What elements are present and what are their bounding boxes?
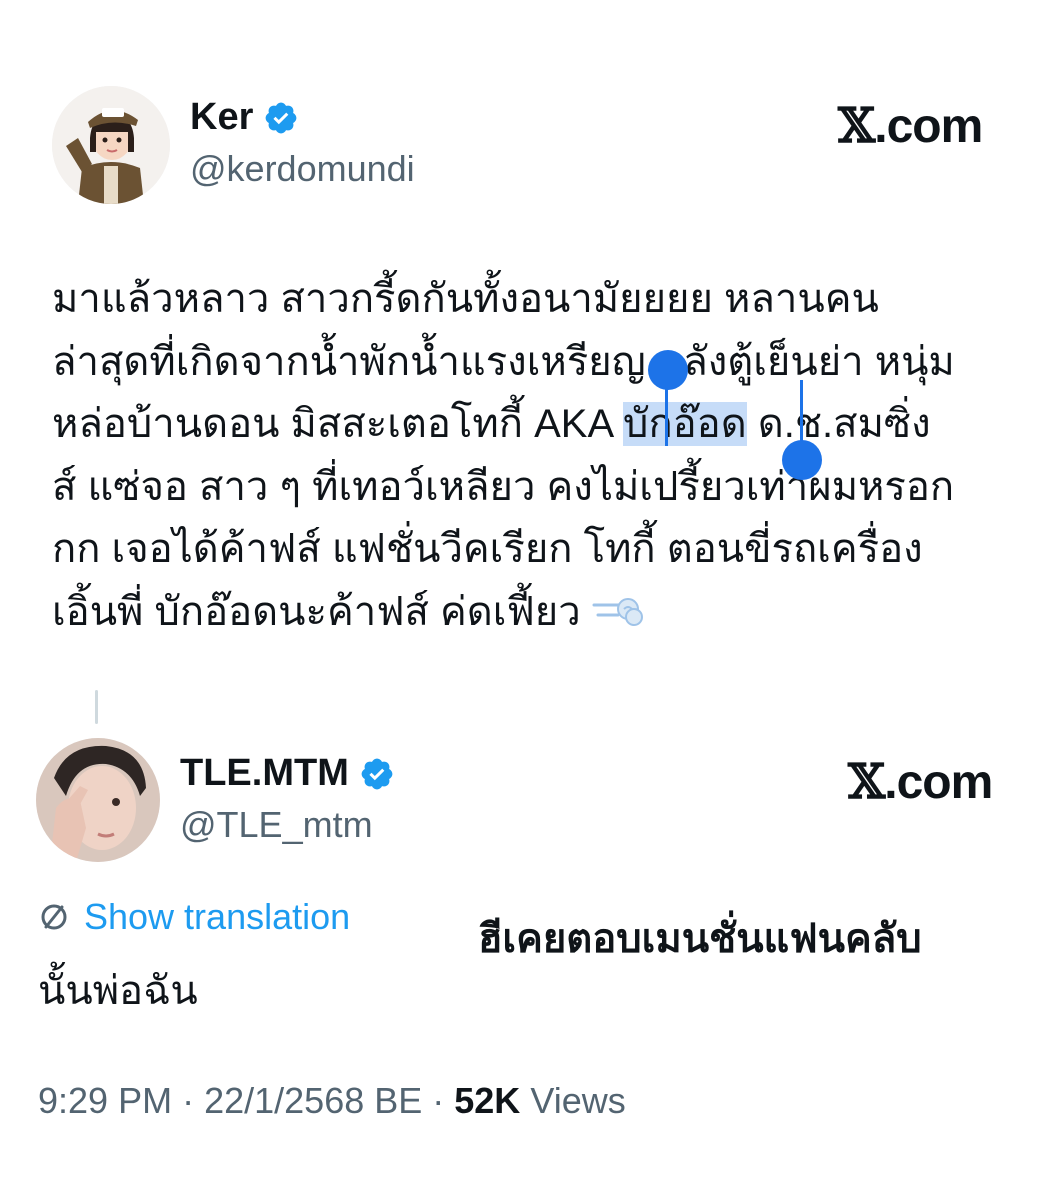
tweet-meta: 9:29 PM · 22/1/2568 BE · 52K Views xyxy=(38,1080,626,1122)
tweet-line: มาแล้วหลาว สาวกรี้ดกันทั้งอนามัยยยย หลาน… xyxy=(52,277,879,321)
tweet-time[interactable]: 9:29 PM xyxy=(38,1080,172,1122)
tweet-line-part: หล่อบ้านดอน มิสสะเตอโทกี้ AKA xyxy=(52,402,624,446)
x-logo-watermark: 𝕏 .com xyxy=(838,98,983,154)
tweet-line: กก เจอได้ค้าฟส์ แฟชั่นวีคเรียก โทกี้ ตอน… xyxy=(52,527,923,571)
show-translation-link[interactable]: Show translation xyxy=(38,896,350,938)
tweet-line: ส์ แซ่จอ สาว ๆ ที่เทอว์เหลียว คงไม่เปรี้… xyxy=(52,464,955,509)
meta-separator: · xyxy=(432,1080,445,1121)
tweet-line-part: ด.ช.สมซิ่ง xyxy=(746,402,931,446)
x-logo-icon: 𝕏 xyxy=(838,98,875,154)
handle-ker[interactable]: @kerdomundi xyxy=(190,148,415,190)
x-logo-watermark: 𝕏 .com xyxy=(848,754,993,810)
tweet-line: หล่อบ้านดอน มิสสะเตอโทกี้ AKA บักอ๊อด ด.… xyxy=(52,393,1032,456)
tweet-line-part: เอิ้นพี่ บักอ๊อดนะค้าฟส์ ค่ดเฟี้ยว xyxy=(52,589,581,634)
x-site-label: .com xyxy=(884,756,993,809)
x-logo-icon: 𝕏 xyxy=(848,754,885,810)
verified-badge-icon xyxy=(359,756,395,792)
selection-end-caret[interactable] xyxy=(800,380,803,448)
tweet-line: ล่าสุดที่เกิดจากน้ำพักน้ำแรงเหรียญ หลังต… xyxy=(52,339,955,384)
avatar-tle-mtm[interactable] xyxy=(36,738,160,862)
tweet-line: เอิ้นพี่ บักอ๊อดนะค้าฟส์ ค่ดเฟี้ยว xyxy=(52,581,1032,650)
caption-text: ฮีเคยตอบเมนชั่นแฟนคลับ xyxy=(478,917,922,961)
dashing-away-emoji-icon xyxy=(592,587,644,650)
views-count: 52K xyxy=(454,1080,521,1121)
tweet-date[interactable]: 22/1/2568 BE xyxy=(204,1080,422,1122)
show-translation-label[interactable]: Show translation xyxy=(84,896,350,938)
display-name-ker[interactable]: Ker xyxy=(190,96,253,139)
x-site-label: .com xyxy=(874,100,983,153)
selection-end-handle[interactable] xyxy=(782,440,822,480)
meta-separator: · xyxy=(182,1080,195,1121)
verified-badge-icon xyxy=(263,100,299,136)
avatar-ker[interactable] xyxy=(52,86,170,204)
tweet-text-ker: มาแล้วหลาว สาวกรี้ดกันทั้งอนามัยยยย หลาน… xyxy=(52,268,1032,649)
selected-text[interactable]: บักอ๊อด xyxy=(623,402,747,446)
handle-tle-mtm[interactable]: @TLE_mtm xyxy=(180,804,373,846)
thread-connector xyxy=(95,690,98,724)
globe-slash-icon xyxy=(38,901,70,933)
display-name-tle-mtm[interactable]: TLE.MTM xyxy=(180,752,349,795)
selection-start-handle[interactable] xyxy=(648,350,688,390)
views-label: Views xyxy=(530,1080,626,1121)
tweet-text-tle-mtm: นั้นพ่อฉัน xyxy=(38,969,198,1013)
